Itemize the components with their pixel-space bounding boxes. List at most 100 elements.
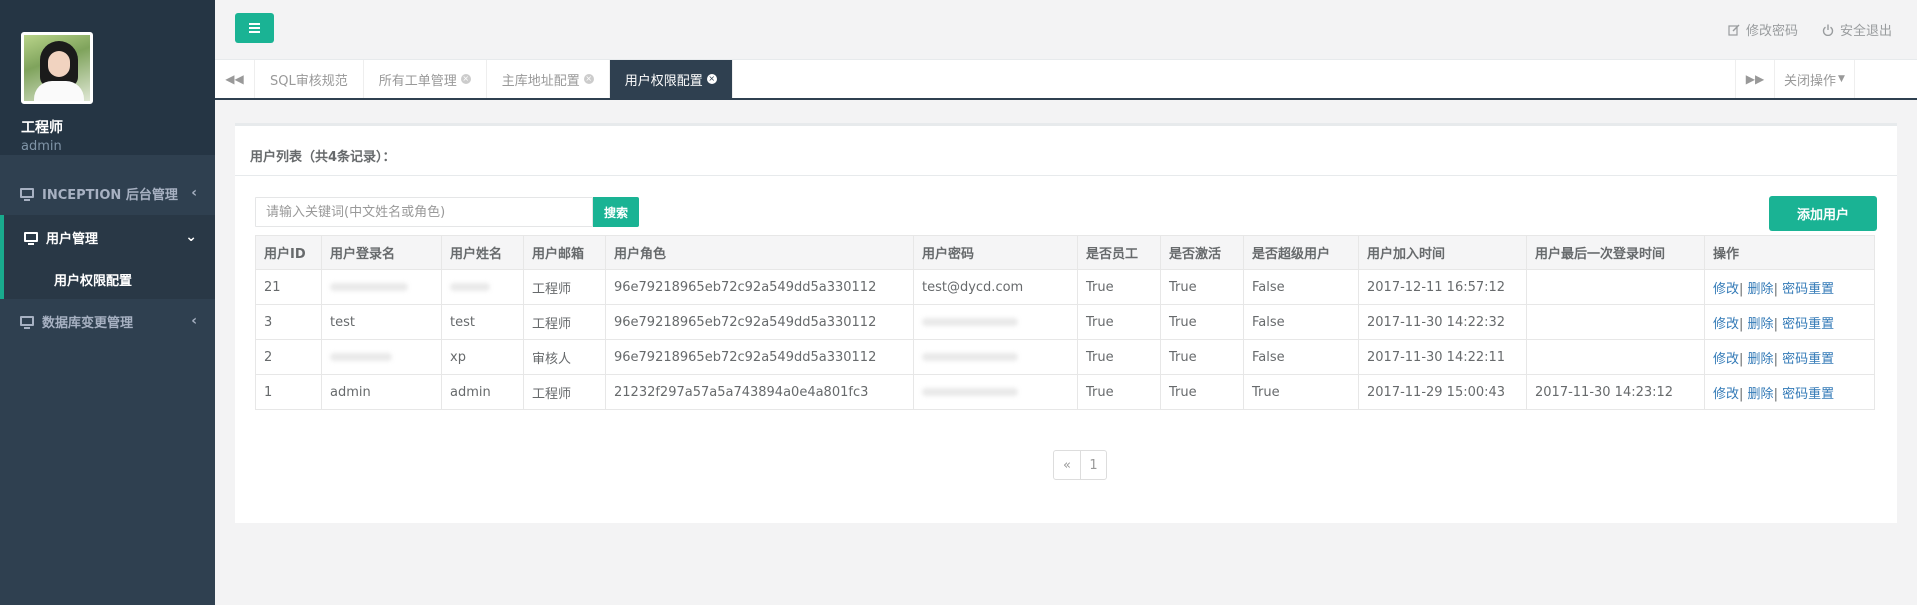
cell-ops: 修改| 删除| 密码重置 — [1704, 374, 1875, 410]
search-button[interactable]: 搜索 — [593, 197, 639, 227]
double-right-icon: ▶▶ — [1745, 72, 1765, 86]
cell-id: 21 — [255, 269, 322, 305]
menu-icon — [249, 23, 260, 25]
close-icon[interactable]: × — [706, 74, 717, 84]
reset-password-link[interactable]: 密码重置 — [1782, 317, 1834, 332]
logout-link[interactable]: 安全退出 — [1822, 20, 1892, 39]
logout-label: 安全退出 — [1839, 24, 1892, 39]
profile-name[interactable]: 工程师 — [21, 117, 215, 137]
column-header: 用户最后一次登录时间 — [1526, 235, 1705, 270]
cell-last-login: 2017-11-30 14:23:12 — [1526, 374, 1705, 410]
cell-superuser: False — [1243, 339, 1359, 375]
column-header: 是否员工 — [1077, 235, 1161, 270]
tab-bar: ◀◀ SQL审核规范 所有工单管理 × 主库地址配置 × 用户权限配置 × ▶▶ 关闭… — [215, 60, 1917, 100]
cell-role: 96e79218965eb72c92a549dd5a330112 — [605, 304, 914, 340]
cell-name: test — [441, 304, 524, 340]
table-row: 1 admin admin 工程师 21232f297a57a5a743894a… — [255, 374, 1875, 410]
edit-link[interactable]: 修改 — [1713, 387, 1739, 402]
cell-email: 工程师 — [523, 374, 606, 410]
cell-joined: 2017-11-30 14:22:32 — [1358, 304, 1527, 340]
cell-email: 审核人 — [523, 339, 606, 375]
reset-password-link[interactable]: 密码重置 — [1782, 387, 1834, 402]
column-header: 用户ID — [255, 235, 322, 270]
column-header: 用户加入时间 — [1358, 235, 1527, 270]
sidebar-item-user-management[interactable]: 用户管理 ⌄ — [0, 215, 215, 259]
tab-master-db[interactable]: 主库地址配置 × — [487, 60, 610, 98]
column-header: 用户角色 — [605, 235, 914, 270]
pager-prev-button[interactable]: « — [1054, 451, 1080, 479]
column-header: 用户姓名 — [441, 235, 524, 270]
sidebar: 工程师 admin INCEPTION 后台管理 ‹ 用户管理 ⌄ 用户权限配置… — [0, 0, 215, 605]
tab-list: SQL审核规范 所有工单管理 × 主库地址配置 × 用户权限配置 × — [255, 60, 733, 98]
tab-user-permission[interactable]: 用户权限配置 × — [609, 60, 733, 98]
cell-last-login — [1526, 269, 1705, 305]
cell-login: test — [321, 304, 442, 340]
close-icon[interactable]: × — [583, 74, 594, 84]
cell-last-login — [1526, 339, 1705, 375]
close-operations-dropdown[interactable]: 关闭操作 ▼ — [1775, 60, 1855, 98]
column-header: 操作 — [1704, 235, 1875, 270]
top-right-links: 修改密码 安全退出 — [1728, 20, 1892, 39]
cell-active: True — [1160, 304, 1244, 340]
delete-link[interactable]: 删除 — [1748, 387, 1774, 402]
edit-link[interactable]: 修改 — [1713, 352, 1739, 367]
cell-ops: 修改| 删除| 密码重置 — [1704, 304, 1875, 340]
chevron-left-icon: ‹ — [191, 313, 197, 329]
cell-name: xp — [441, 339, 524, 375]
delete-link[interactable]: 删除 — [1748, 317, 1774, 332]
redacted-text — [922, 318, 1018, 326]
double-left-icon: ◀◀ — [225, 72, 244, 86]
cell-active: True — [1160, 339, 1244, 375]
cell-joined: 2017-11-30 14:22:11 — [1358, 339, 1527, 375]
sidebar-item-inception[interactable]: INCEPTION 后台管理 ‹ — [0, 171, 215, 215]
tab-scroll-right-button[interactable]: ▶▶ — [1735, 60, 1775, 98]
cell-email: 工程师 — [523, 269, 606, 305]
column-header: 用户密码 — [913, 235, 1078, 270]
reset-password-link[interactable]: 密码重置 — [1782, 352, 1834, 367]
cell-name: admin — [441, 374, 524, 410]
cell-password: test@dycd.com — [913, 269, 1078, 305]
delete-link[interactable]: 删除 — [1748, 282, 1774, 297]
menu-toggle-button[interactable] — [235, 13, 274, 43]
caret-down-icon: ▼ — [1838, 74, 1845, 84]
search-bar: 搜索 — [255, 197, 639, 227]
sidebar-item-label: 用户管理 — [46, 231, 99, 247]
cell-role: 96e79218965eb72c92a549dd5a330112 — [605, 269, 914, 305]
search-input[interactable] — [255, 197, 593, 227]
cell-login — [321, 269, 442, 305]
panel-title: 用户列表（共4条记录）： — [235, 126, 1897, 176]
cell-ops: 修改| 删除| 密码重置 — [1704, 269, 1875, 305]
redacted-text — [330, 283, 408, 291]
close-icon[interactable]: × — [460, 74, 471, 84]
redacted-text — [450, 283, 490, 291]
tab-sql-rules[interactable]: SQL审核规范 — [255, 60, 364, 98]
table-header-row: 用户ID 用户登录名 用户姓名 用户邮箱 用户角色 用户密码 是否员工 是否激活… — [255, 235, 1875, 270]
cell-name — [441, 269, 524, 305]
pager-page-button[interactable]: 1 — [1080, 451, 1106, 479]
edit-link[interactable]: 修改 — [1713, 282, 1739, 297]
cell-superuser: False — [1243, 269, 1359, 305]
sidebar-subitem-user-permission[interactable]: 用户权限配置 — [0, 259, 215, 299]
cell-password — [913, 339, 1078, 375]
avatar[interactable] — [21, 32, 93, 104]
sidebar-item-label: 用户权限配置 — [54, 273, 133, 289]
redacted-text — [330, 353, 392, 361]
cell-joined: 2017-11-29 15:00:43 — [1358, 374, 1527, 410]
tab-scroll-left-button[interactable]: ◀◀ — [215, 60, 255, 98]
change-password-link[interactable]: 修改密码 — [1728, 20, 1798, 39]
monitor-icon — [24, 232, 38, 245]
main-area: 修改密码 安全退出 ◀◀ SQL审核规范 所有工单管理 × 主库地址配置 × 用户权… — [215, 0, 1917, 605]
close-ops-label: 关闭操作 — [1784, 73, 1837, 89]
top-bar: 修改密码 安全退出 — [215, 0, 1917, 60]
cell-id: 2 — [255, 339, 322, 375]
tab-all-tickets[interactable]: 所有工单管理 × — [364, 60, 487, 98]
cell-password — [913, 304, 1078, 340]
cell-login — [321, 339, 442, 375]
delete-link[interactable]: 删除 — [1748, 352, 1774, 367]
sidebar-item-db-change[interactable]: 数据库变更管理 ‹ — [0, 299, 215, 343]
reset-password-link[interactable]: 密码重置 — [1782, 282, 1834, 297]
cell-id: 1 — [255, 374, 322, 410]
add-user-button[interactable]: 添加用户 — [1769, 196, 1877, 231]
tab-label: 主库地址配置 — [501, 73, 580, 89]
edit-link[interactable]: 修改 — [1713, 317, 1739, 332]
